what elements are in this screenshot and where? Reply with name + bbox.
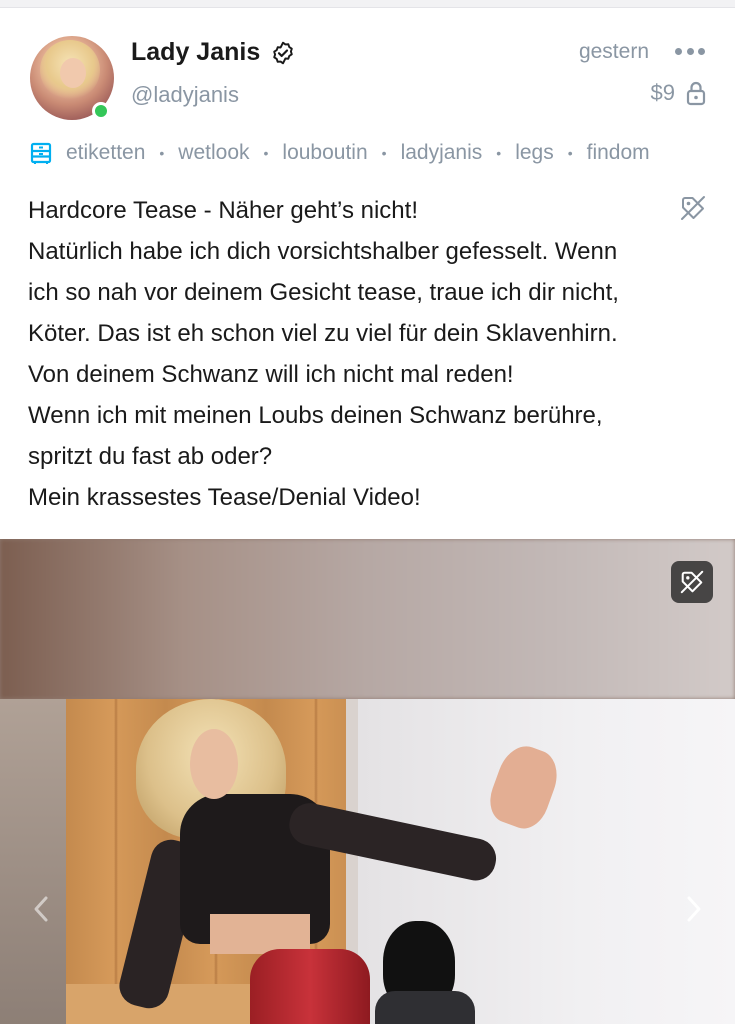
post-text-line: Hardcore Tease - Näher geht’s nicht!	[28, 197, 418, 224]
tag-item[interactable]: ladyjanis	[401, 141, 483, 165]
post-text-line: spritzt du fast ab oder?	[28, 443, 273, 470]
tag-separator: •	[496, 145, 502, 161]
tag-item[interactable]: louboutin	[282, 141, 367, 165]
post-text-line: Natürlich habe ich dich vorsichtshalber …	[28, 238, 618, 265]
tag-item[interactable]: wetlook	[178, 141, 249, 165]
photo-figure-leggings	[250, 949, 370, 1024]
author-handle[interactable]: @ladyjanis	[131, 82, 239, 108]
carousel-next-button[interactable]	[679, 884, 709, 934]
author-display-name[interactable]: Lady Janis	[131, 38, 260, 67]
post-text: Hardcore Tease - Näher geht’s nicht! Nat…	[28, 190, 718, 518]
photo-figure-midriff	[210, 914, 310, 954]
eye-off-tag-icon	[680, 570, 704, 594]
more-options-icon[interactable]	[675, 46, 705, 56]
tag-separator: •	[263, 145, 269, 161]
tag-item[interactable]: etiketten	[66, 141, 145, 165]
tag-list-icon	[30, 142, 52, 164]
post-text-line: Mein krassestes Tease/Denial Video!	[28, 484, 421, 511]
author-name-row: Lady Janis	[131, 38, 296, 67]
photo-masked-body	[375, 991, 475, 1024]
tags-row: etiketten • wetlook • louboutin • ladyja…	[30, 138, 735, 168]
verified-badge-icon	[273, 41, 293, 64]
eye-off-tag-icon[interactable]	[679, 194, 707, 222]
lock-icon	[686, 81, 706, 106]
chevron-right-icon	[687, 896, 701, 922]
hide-media-button[interactable]	[671, 561, 713, 603]
media-photo	[0, 699, 735, 1024]
post-header: Lady Janis @ladyjanis gestern $9	[0, 8, 735, 138]
tag-separator: •	[567, 145, 573, 161]
post-text-line: Wenn ich mit meinen Loubs deinen Schwanz…	[28, 402, 603, 429]
post-text-line: Köter. Das ist eh schon viel zu viel für…	[28, 320, 618, 347]
carousel-prev-button[interactable]	[26, 884, 56, 934]
tag-separator: •	[159, 145, 165, 161]
post-text-line: Von deinem Schwanz will ich nicht mal re…	[28, 361, 514, 388]
post-price: $9	[650, 80, 675, 105]
more-dot	[675, 47, 682, 55]
chevron-left-icon	[34, 896, 48, 922]
more-dot	[686, 47, 694, 55]
avatar-face	[60, 58, 86, 88]
more-dot	[698, 47, 705, 55]
post-text-line: ich so nah vor deinem Gesicht tease, tra…	[28, 279, 619, 306]
tag-separator: •	[381, 145, 387, 161]
online-status-dot	[92, 102, 110, 120]
price-row: $9	[651, 80, 707, 106]
tag-item[interactable]: legs	[515, 141, 554, 165]
post-media-carousel[interactable]	[0, 539, 735, 1024]
photo-wall-left	[0, 699, 70, 1024]
top-divider	[0, 0, 735, 8]
post-time[interactable]: gestern	[579, 40, 649, 64]
media-blurred-area	[0, 539, 735, 699]
tag-item[interactable]: findom	[587, 141, 650, 165]
photo-figure-face	[190, 729, 238, 799]
